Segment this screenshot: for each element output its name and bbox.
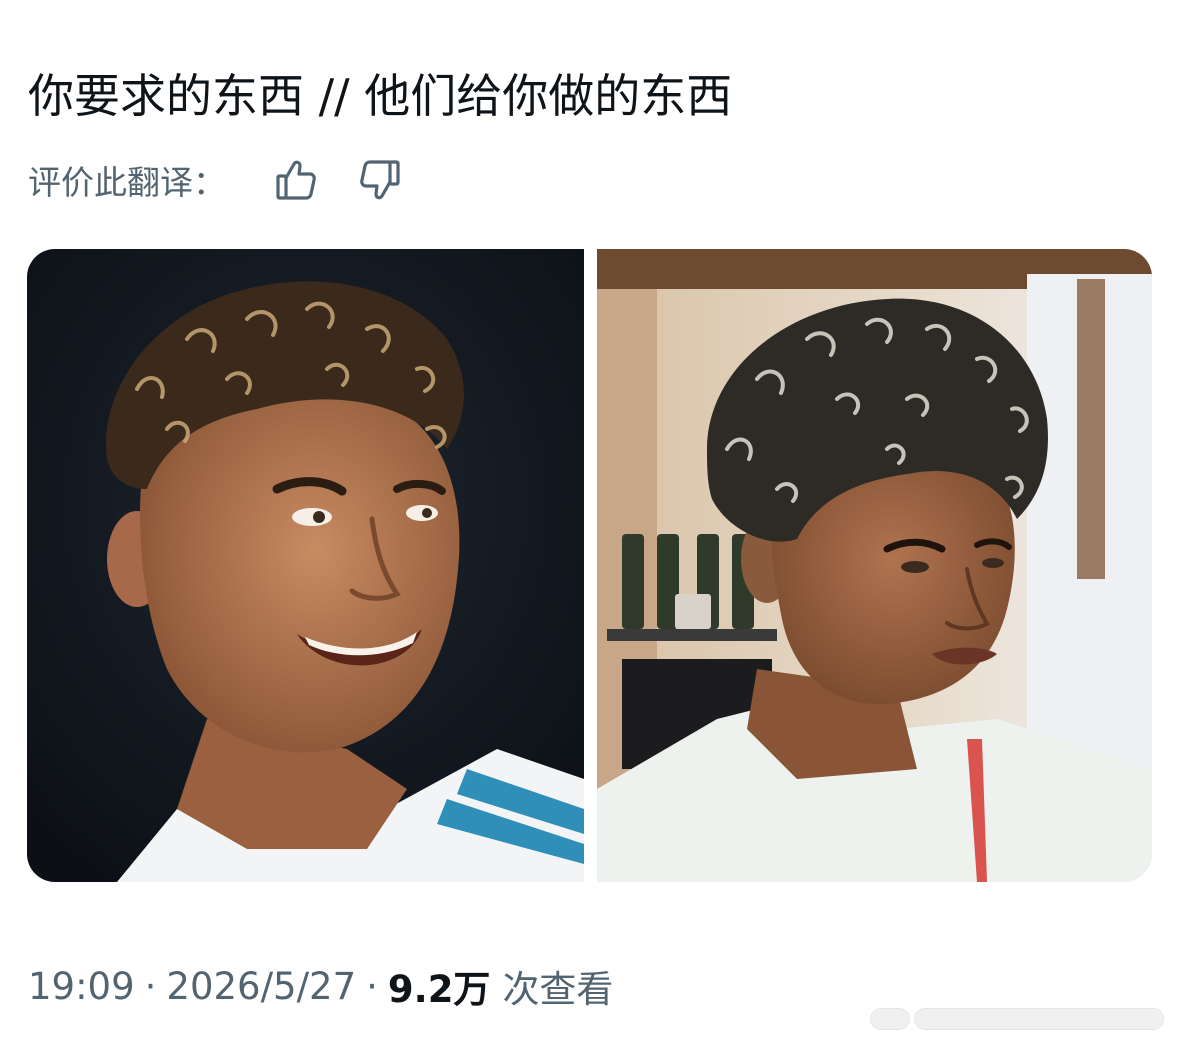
- thumbs-up-icon: [276, 160, 316, 200]
- thumbs-down-icon: [360, 160, 400, 200]
- post-time[interactable]: 19:09: [28, 965, 135, 1008]
- views-count[interactable]: 9.2万: [388, 959, 491, 1013]
- meta-separator: ·: [366, 964, 378, 1008]
- rate-translation-label: 评价此翻译：: [28, 163, 226, 202]
- meta-separator: ·: [144, 964, 157, 1008]
- views-label: 次查看: [502, 968, 614, 1011]
- barbershop-photo: [597, 249, 1152, 882]
- media-image-right[interactable]: [597, 249, 1152, 882]
- post-text: 你要求的东西 // 他们给你做的东西: [28, 69, 733, 123]
- thumbs-down-button[interactable]: [352, 152, 408, 208]
- post-date[interactable]: 2026/5/27: [166, 965, 356, 1008]
- watermark-graphic: [870, 1003, 1170, 1035]
- thumbs-up-button[interactable]: [268, 152, 324, 208]
- media-grid: [27, 249, 1152, 882]
- media-image-left[interactable]: [27, 249, 584, 882]
- translation-rating: 评价此翻译：: [28, 152, 436, 208]
- soccer-player-photo: [27, 249, 584, 882]
- post-meta: 19:09 · 2026/5/27 · 9.2万 次查看: [28, 958, 613, 1014]
